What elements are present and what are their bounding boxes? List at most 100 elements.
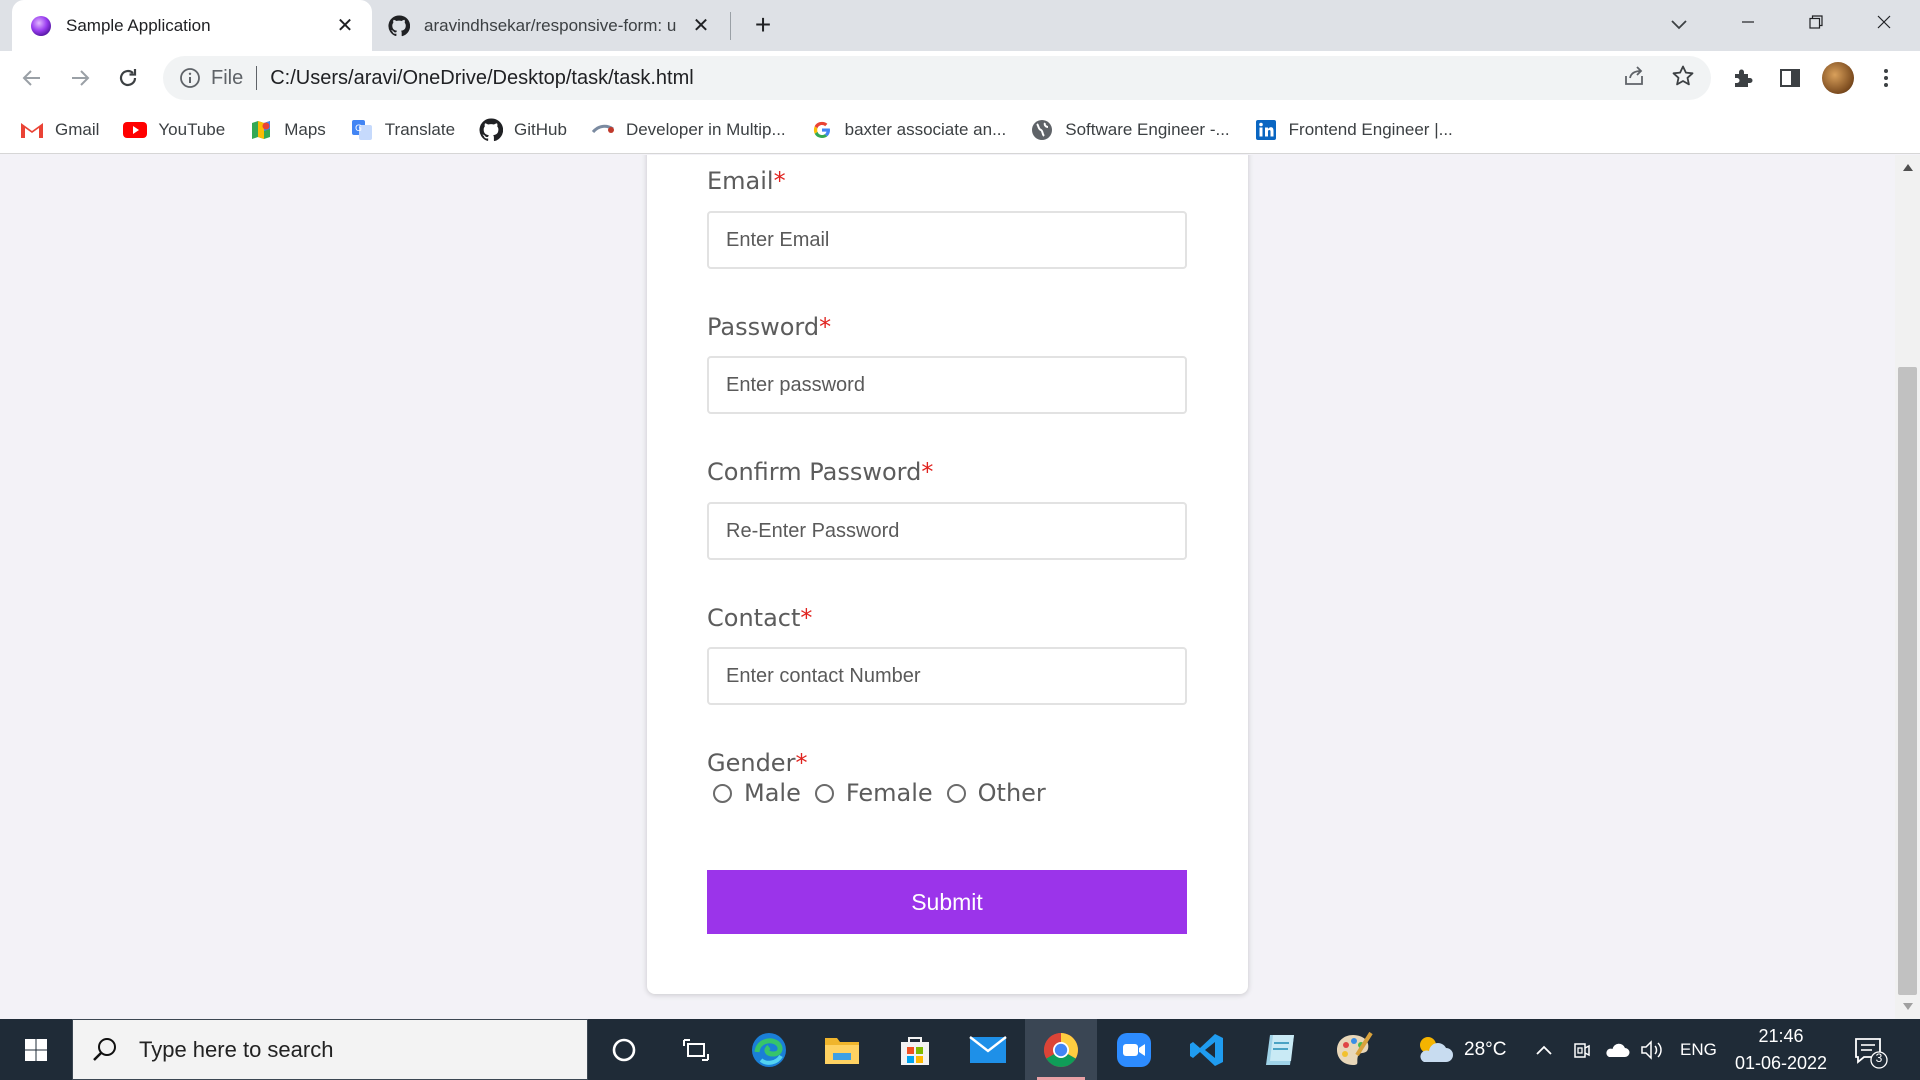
chevron-down-icon[interactable] (1662, 8, 1696, 42)
kebab-menu-icon (1884, 69, 1888, 87)
chrome-icon (1044, 1032, 1078, 1067)
side-panel-button[interactable] (1773, 61, 1807, 95)
scroll-up-button[interactable] (1895, 155, 1920, 179)
taskbar-notepad-app[interactable] (1244, 1019, 1316, 1080)
bookmark-label: Maps (284, 119, 326, 139)
language-label: ENG (1680, 1039, 1717, 1059)
scroll-down-button[interactable] (1895, 995, 1920, 1019)
translate-icon: G (350, 118, 374, 142)
forward-button[interactable] (61, 59, 99, 97)
close-tab-icon[interactable]: ✕ (690, 15, 712, 37)
triangle-down-icon (1902, 1003, 1913, 1010)
submit-button[interactable]: Submit (707, 870, 1187, 934)
gender-male-radio[interactable] (713, 783, 732, 803)
purple-orb-icon (31, 15, 51, 36)
tab-title: Sample Application (66, 15, 211, 35)
taskbar-store[interactable] (879, 1019, 951, 1080)
taskbar-file-explorer[interactable] (806, 1019, 878, 1080)
close-tab-icon[interactable]: ✕ (334, 15, 356, 37)
task-view-icon (683, 1038, 709, 1061)
extensions-button[interactable] (1726, 61, 1760, 95)
page-scrollbar[interactable] (1895, 155, 1920, 1019)
url-text[interactable]: C:/Users/aravi/OneDrive/Desktop/task/tas… (270, 67, 693, 90)
restore-button[interactable] (1782, 0, 1850, 44)
bookmark-frontend-engineer[interactable]: Frontend Engineer |... (1254, 118, 1453, 142)
edge-icon (752, 1032, 786, 1067)
bookmark-developer[interactable]: Developer in Multip... (591, 118, 786, 142)
notepad-icon (1266, 1034, 1294, 1065)
cortana-button[interactable] (588, 1019, 660, 1080)
taskbar-paint[interactable] (1317, 1019, 1389, 1080)
required-asterisk: * (773, 167, 786, 195)
email-field[interactable] (707, 211, 1187, 269)
show-hidden-icons-button[interactable] (1534, 1019, 1554, 1080)
weather-widget[interactable]: 28°C (1414, 1019, 1506, 1080)
browser-menu-button[interactable] (1869, 61, 1903, 95)
scroll-thumb[interactable] (1898, 367, 1917, 995)
bookmark-label: baxter associate an... (844, 119, 1007, 139)
close-window-button[interactable] (1850, 0, 1918, 44)
bookmark-maps[interactable]: Maps (249, 118, 326, 142)
gender-female-label[interactable]: Female (846, 779, 933, 807)
bookmark-translate[interactable]: G Translate (350, 118, 455, 142)
speaker-icon (1641, 1039, 1662, 1060)
bookmark-youtube[interactable]: YouTube (123, 118, 225, 142)
gender-other-label[interactable]: Other (978, 779, 1046, 807)
taskbar-edge[interactable] (733, 1019, 805, 1080)
share-button[interactable] (1617, 59, 1651, 93)
avatar (1822, 62, 1854, 94)
profile-button[interactable] (1821, 61, 1855, 95)
volume-button[interactable] (1640, 1019, 1666, 1080)
close-icon (1877, 15, 1891, 29)
task-view-button[interactable] (660, 1019, 732, 1080)
start-button[interactable] (0, 1019, 72, 1080)
minimize-button[interactable] (1714, 0, 1782, 44)
new-tab-button[interactable]: + (748, 10, 778, 40)
info-icon[interactable] (179, 67, 201, 89)
paint-palette-icon (1337, 1031, 1373, 1065)
email-label: Email* (707, 167, 786, 195)
bookmark-gmail[interactable]: Gmail (20, 118, 99, 142)
tab-github-repo[interactable]: aravindhsekar/responsive-form: u ✕ (378, 0, 728, 51)
notification-center-button[interactable]: 3 (1850, 1031, 1890, 1071)
registration-form-card: Email* Password* Confirm Password* Conta… (647, 155, 1248, 994)
reload-button[interactable] (109, 59, 147, 97)
contact-field[interactable] (707, 647, 1187, 705)
address-bar[interactable]: File C:/Users/aravi/OneDrive/Desktop/tas… (163, 56, 1711, 100)
taskbar-mail[interactable] (952, 1019, 1024, 1080)
cloud-icon (1606, 1043, 1630, 1057)
gender-female-radio[interactable] (814, 783, 834, 803)
onedrive-button[interactable] (1604, 1019, 1630, 1080)
github-icon (479, 117, 504, 142)
taskbar-zoom[interactable] (1098, 1019, 1170, 1080)
share-icon (1625, 66, 1643, 85)
bookmark-github[interactable]: GitHub (479, 117, 567, 142)
search-placeholder: Type here to search (139, 1036, 334, 1062)
meet-now-button[interactable] (1572, 1019, 1592, 1080)
notification-count: 3 (1875, 1051, 1883, 1065)
gender-label: Gender* (707, 749, 808, 777)
bookmark-software-engineer[interactable]: Software Engineer -... (1030, 118, 1230, 142)
bookmark-star-button[interactable] (1666, 59, 1700, 93)
windows-logo-icon (25, 1038, 47, 1061)
cortana-icon (612, 1038, 636, 1061)
url-scheme: File (211, 66, 244, 89)
taskbar-search[interactable]: Type here to search (72, 1019, 588, 1080)
bookmark-baxter[interactable]: baxter associate an... (810, 118, 1007, 142)
confirm-password-field[interactable] (707, 502, 1187, 560)
svg-text:G: G (355, 124, 362, 134)
gender-other-radio[interactable] (946, 783, 966, 803)
gender-male-label[interactable]: Male (744, 779, 801, 807)
tab-sample-application[interactable]: Sample Application ✕ (12, 0, 372, 51)
github-icon (388, 14, 410, 36)
weather-temperature: 28°C (1464, 1038, 1507, 1060)
store-icon (901, 1036, 929, 1065)
taskbar-chrome[interactable] (1025, 1019, 1097, 1080)
password-field[interactable] (707, 356, 1187, 414)
language-indicator[interactable]: ENG (1680, 1019, 1717, 1080)
tab-separator (730, 12, 731, 40)
taskbar-vscode[interactable] (1171, 1019, 1243, 1080)
back-button[interactable] (13, 59, 51, 97)
system-clock[interactable]: 21:46 01-06-2022 (1726, 1023, 1836, 1077)
confirm-password-label: Confirm Password* (707, 458, 934, 486)
